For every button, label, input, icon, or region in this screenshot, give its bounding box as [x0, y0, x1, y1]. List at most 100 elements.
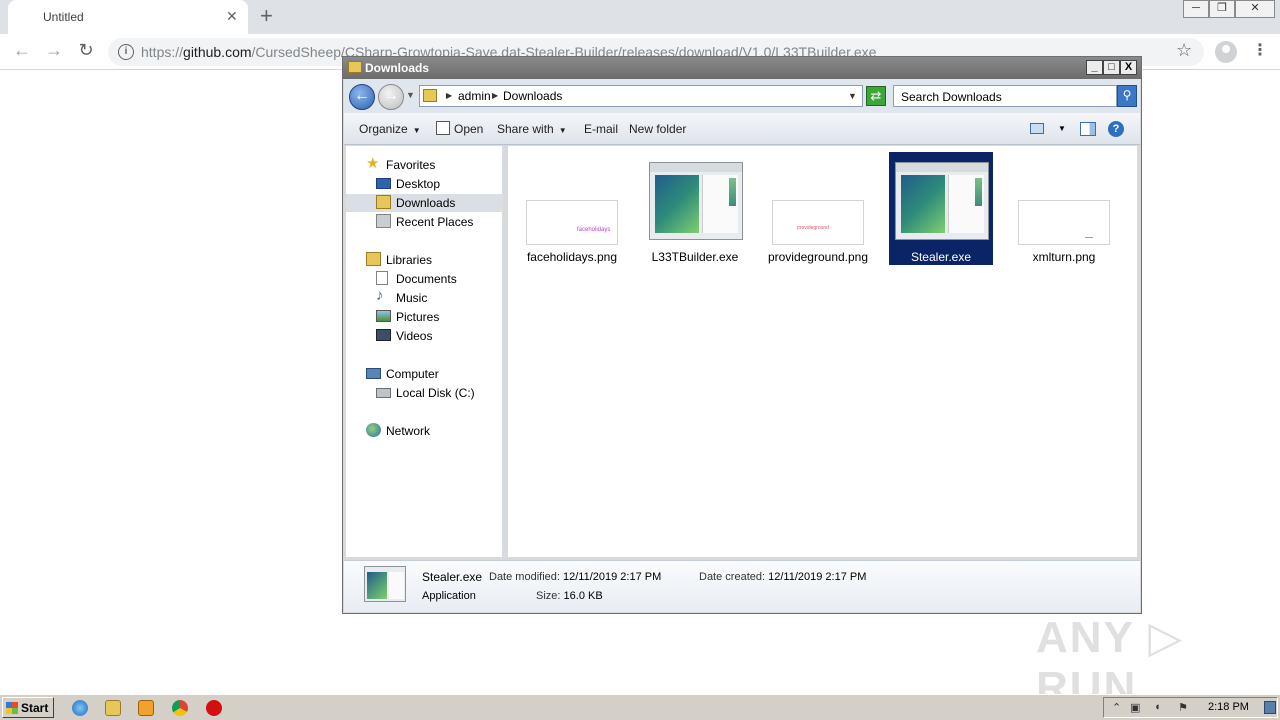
details-date-created: Date created: 12/11/2019 2:17 PM [699, 571, 867, 583]
file-name: provideground.png [767, 250, 869, 264]
file-name: xmlturn.png [1032, 250, 1096, 264]
show-desktop-icon[interactable] [1264, 701, 1276, 714]
explorer-minimize-button[interactable]: _ [1086, 60, 1103, 75]
share-with-button[interactable]: Share with ▼ [497, 122, 567, 136]
address-dropdown-icon[interactable]: ▼ [848, 91, 857, 101]
window-close-button[interactable]: ✕ [1235, 0, 1275, 18]
action-center-flag-icon[interactable]: ⚑ [1178, 701, 1188, 714]
details-file-name: Stealer.exe [422, 570, 483, 584]
nav-music[interactable]: ♪ Music [376, 287, 496, 307]
file-item-xmlturn[interactable]: xmlturn.png [1012, 152, 1116, 265]
file-list: faceholidays faceholidays.png L33TBuilde… [508, 146, 1137, 557]
details-pane: Stealer.exe Application Date modified: 1… [344, 560, 1140, 612]
search-input[interactable]: Search Downloads [893, 85, 1117, 107]
forward-button[interactable]: → [378, 84, 404, 110]
clock[interactable]: 2:18 PM [1208, 701, 1249, 713]
organize-button[interactable]: Organize ▼ [359, 122, 421, 136]
internet-explorer-icon[interactable] [72, 700, 88, 716]
help-icon[interactable]: ? [1108, 121, 1124, 137]
tab-title: Untitled [43, 10, 84, 24]
email-button[interactable]: E-mail [584, 122, 618, 136]
taskbar: Start ⌃ ▣ ◖ ⚑ 2:18 PM [0, 694, 1280, 720]
file-name: Stealer.exe [910, 250, 972, 264]
navigation-pane: ★ Favorites Desktop Downloads Recent Pla… [346, 146, 503, 557]
recent-pages-chevron-icon[interactable]: ▼ [406, 90, 415, 100]
image-thumbnail: provideground [772, 200, 864, 245]
window-restore-button[interactable]: ❐ [1209, 0, 1235, 18]
open-button[interactable]: Open [454, 122, 483, 136]
explorer-close-button[interactable]: X [1120, 60, 1137, 75]
new-tab-button[interactable]: + [260, 4, 273, 28]
nav-libraries[interactable]: Libraries [366, 251, 496, 269]
info-icon[interactable]: i [118, 44, 134, 60]
reload-icon[interactable]: ↻ [74, 40, 98, 61]
breadcrumb-admin[interactable]: admin [458, 89, 491, 103]
star-icon: ★ [366, 155, 380, 172]
start-button[interactable]: Start [2, 697, 54, 718]
explorer-title-bar[interactable]: Downloads _ □ X [343, 57, 1141, 79]
file-item-l33tbuilder[interactable]: L33TBuilder.exe [643, 152, 747, 265]
nav-computer[interactable]: Computer [366, 365, 496, 383]
explorer-address-bar[interactable]: ▶ admin ▶ Downloads ▼ [419, 85, 863, 107]
file-name: L33TBuilder.exe [651, 250, 739, 264]
show-hidden-icons-icon[interactable]: ⌃ [1112, 701, 1121, 714]
explorer-window: Downloads _ □ X ← → ▼ ▶ admin ▶ Download… [342, 56, 1142, 614]
documents-icon [376, 271, 388, 285]
network-icon[interactable]: ▣ [1130, 701, 1140, 714]
application-thumbnail [895, 162, 989, 240]
application-thumbnail [649, 162, 743, 240]
pictures-icon [376, 310, 391, 322]
nav-documents[interactable]: Documents [376, 270, 496, 288]
file-item-provideground[interactable]: provideground provideground.png [766, 152, 870, 265]
details-file-type: Application [422, 590, 476, 602]
refresh-icon[interactable]: ⇄ [866, 86, 886, 106]
profile-avatar-icon[interactable] [1215, 41, 1237, 63]
nav-recent-places[interactable]: Recent Places [376, 213, 496, 231]
breadcrumb-chevron-icon[interactable]: ▶ [446, 91, 452, 100]
file-item-stealer[interactable]: Stealer.exe [889, 152, 993, 265]
browser-tab[interactable]: Untitled ✕ [8, 0, 248, 34]
explorer-maximize-button[interactable]: □ [1103, 60, 1120, 75]
image-thumbnail: faceholidays [526, 200, 618, 245]
stop-icon[interactable] [206, 700, 222, 716]
file-explorer-icon[interactable] [105, 700, 121, 716]
nav-desktop[interactable]: Desktop [376, 175, 496, 193]
file-name: faceholidays.png [526, 250, 618, 264]
new-folder-button[interactable]: New folder [629, 122, 686, 136]
start-label: Start [21, 701, 49, 715]
system-tray: ⌃ ▣ ◖ ⚑ 2:18 PM [1103, 697, 1278, 718]
chrome-icon[interactable] [172, 700, 188, 716]
window-minimize-button[interactable]: ─ [1183, 0, 1209, 18]
change-view-icon[interactable] [1030, 123, 1044, 134]
menu-dots-icon[interactable]: ⋮ [1252, 40, 1268, 60]
open-icon [436, 121, 450, 135]
nav-pictures[interactable]: Pictures [376, 308, 496, 326]
volume-icon[interactable]: ◖ [1154, 701, 1161, 713]
search-placeholder: Search Downloads [901, 90, 1002, 104]
preview-pane-icon[interactable] [1080, 122, 1096, 136]
nav-local-disk[interactable]: Local Disk (C:) [376, 384, 496, 402]
browser-tab-bar: Untitled ✕ + ─ ❐ ✕ [0, 0, 1280, 34]
bookmark-star-icon[interactable]: ☆ [1176, 40, 1192, 61]
nav-favorites[interactable]: ★ Favorites [366, 155, 496, 174]
desktop-icon [376, 178, 391, 189]
back-arrow-icon[interactable]: ← [10, 40, 34, 61]
explorer-address-row: ← → ▼ ▶ admin ▶ Downloads ▼ ⇄ Search Dow… [344, 79, 1140, 113]
nav-videos[interactable]: Videos [376, 327, 496, 345]
explorer-title: Downloads [365, 61, 430, 75]
forward-arrow-icon[interactable]: → [42, 40, 66, 61]
network-globe-icon [366, 423, 381, 437]
folder-icon [348, 61, 362, 73]
computer-icon [366, 368, 381, 379]
tab-close-icon[interactable]: ✕ [226, 8, 238, 25]
breadcrumb-downloads[interactable]: Downloads [503, 89, 562, 103]
view-options-chevron-icon[interactable]: ▼ [1058, 124, 1066, 133]
file-item-faceholidays[interactable]: faceholidays faceholidays.png [520, 152, 624, 265]
downloads-folder-icon [423, 89, 437, 102]
nav-downloads[interactable]: Downloads [346, 194, 503, 212]
search-icon[interactable]: ⚲ [1117, 85, 1137, 107]
nav-network[interactable]: Network [366, 422, 496, 440]
breadcrumb-chevron-icon[interactable]: ▶ [492, 91, 498, 100]
back-button[interactable]: ← [349, 84, 375, 110]
media-player-icon[interactable] [138, 700, 154, 716]
